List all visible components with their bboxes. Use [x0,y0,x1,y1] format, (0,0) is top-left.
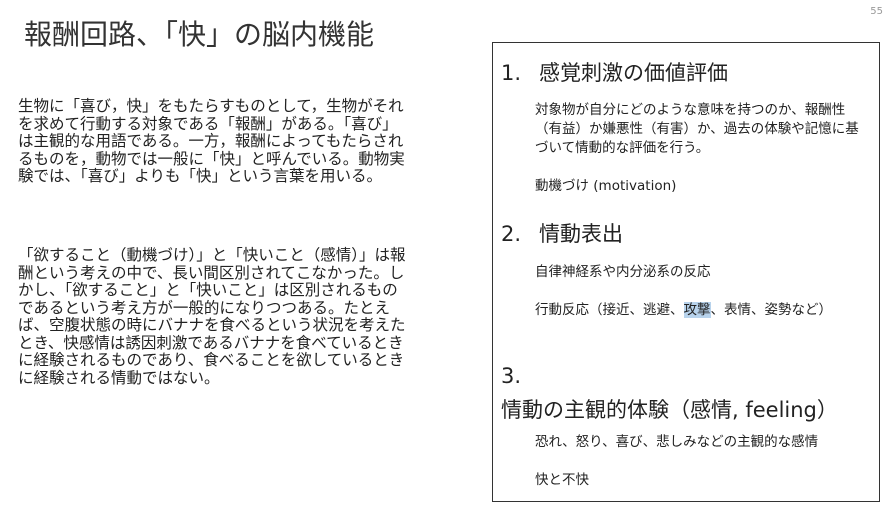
section-2-title: 情動表出 [539,222,623,246]
section-2-number: 2. [501,222,522,246]
section-3-item-emotions: 恐れ、怒り、喜び、悲しみなどの主観的な感情 [535,434,819,450]
section-2-item-autonomic: 自律神経系や内分泌系の反応 [535,264,711,280]
highlighted-word: 攻撃 [683,302,711,318]
left-paragraph-motivation: 「欲すること（動機づけ）」と「快いこと（感情）」は報酬という考えの中で、長い間区… [18,246,406,387]
section-3-number: 3. [501,364,522,388]
section-1-item-evaluation: 対象物が自分にどのような意味を持つのか、報酬性（有益）か嫌悪性（有害）か、過去の… [535,102,859,156]
section-1-number: 1. [501,61,522,85]
page-number: 55 [870,6,883,17]
section-2-heading: 2. 情動表出 [501,217,871,251]
behavior-text-after: 、表情、姿勢など） [710,302,833,318]
section-1-title: 感覚刺激の価値評価 [539,61,728,85]
brain-function-box: 1. 感覚刺激の価値評価 対象物が自分にどのような意味を持つのか、報酬性（有益）か… [492,42,880,502]
section-1-item-motivation: 動機づけ (motivation) [535,178,677,194]
behavior-text-before: 行動反応（接近、逃避、 [535,302,684,318]
section-3-item-pleasure: 快と不快 [535,472,589,488]
section-1-heading: 1. 感覚刺激の価値評価 [501,56,871,90]
section-2-item-behavior: 行動反応（接近、逃避、攻撃、表情、姿勢など） [535,301,870,320]
left-paragraph-reward: 生物に「喜び，快」をもたらすものとして，生物がそれを求めて行動する対象である「報… [18,97,405,185]
section-3-heading: 3. 情動の主観的体験（感情, feeling） [501,359,871,427]
section-3-title: 情動の主観的体験（感情, feeling） [501,398,838,422]
slide-title: 報酬回路、「快」の脳内機能 [24,18,375,51]
